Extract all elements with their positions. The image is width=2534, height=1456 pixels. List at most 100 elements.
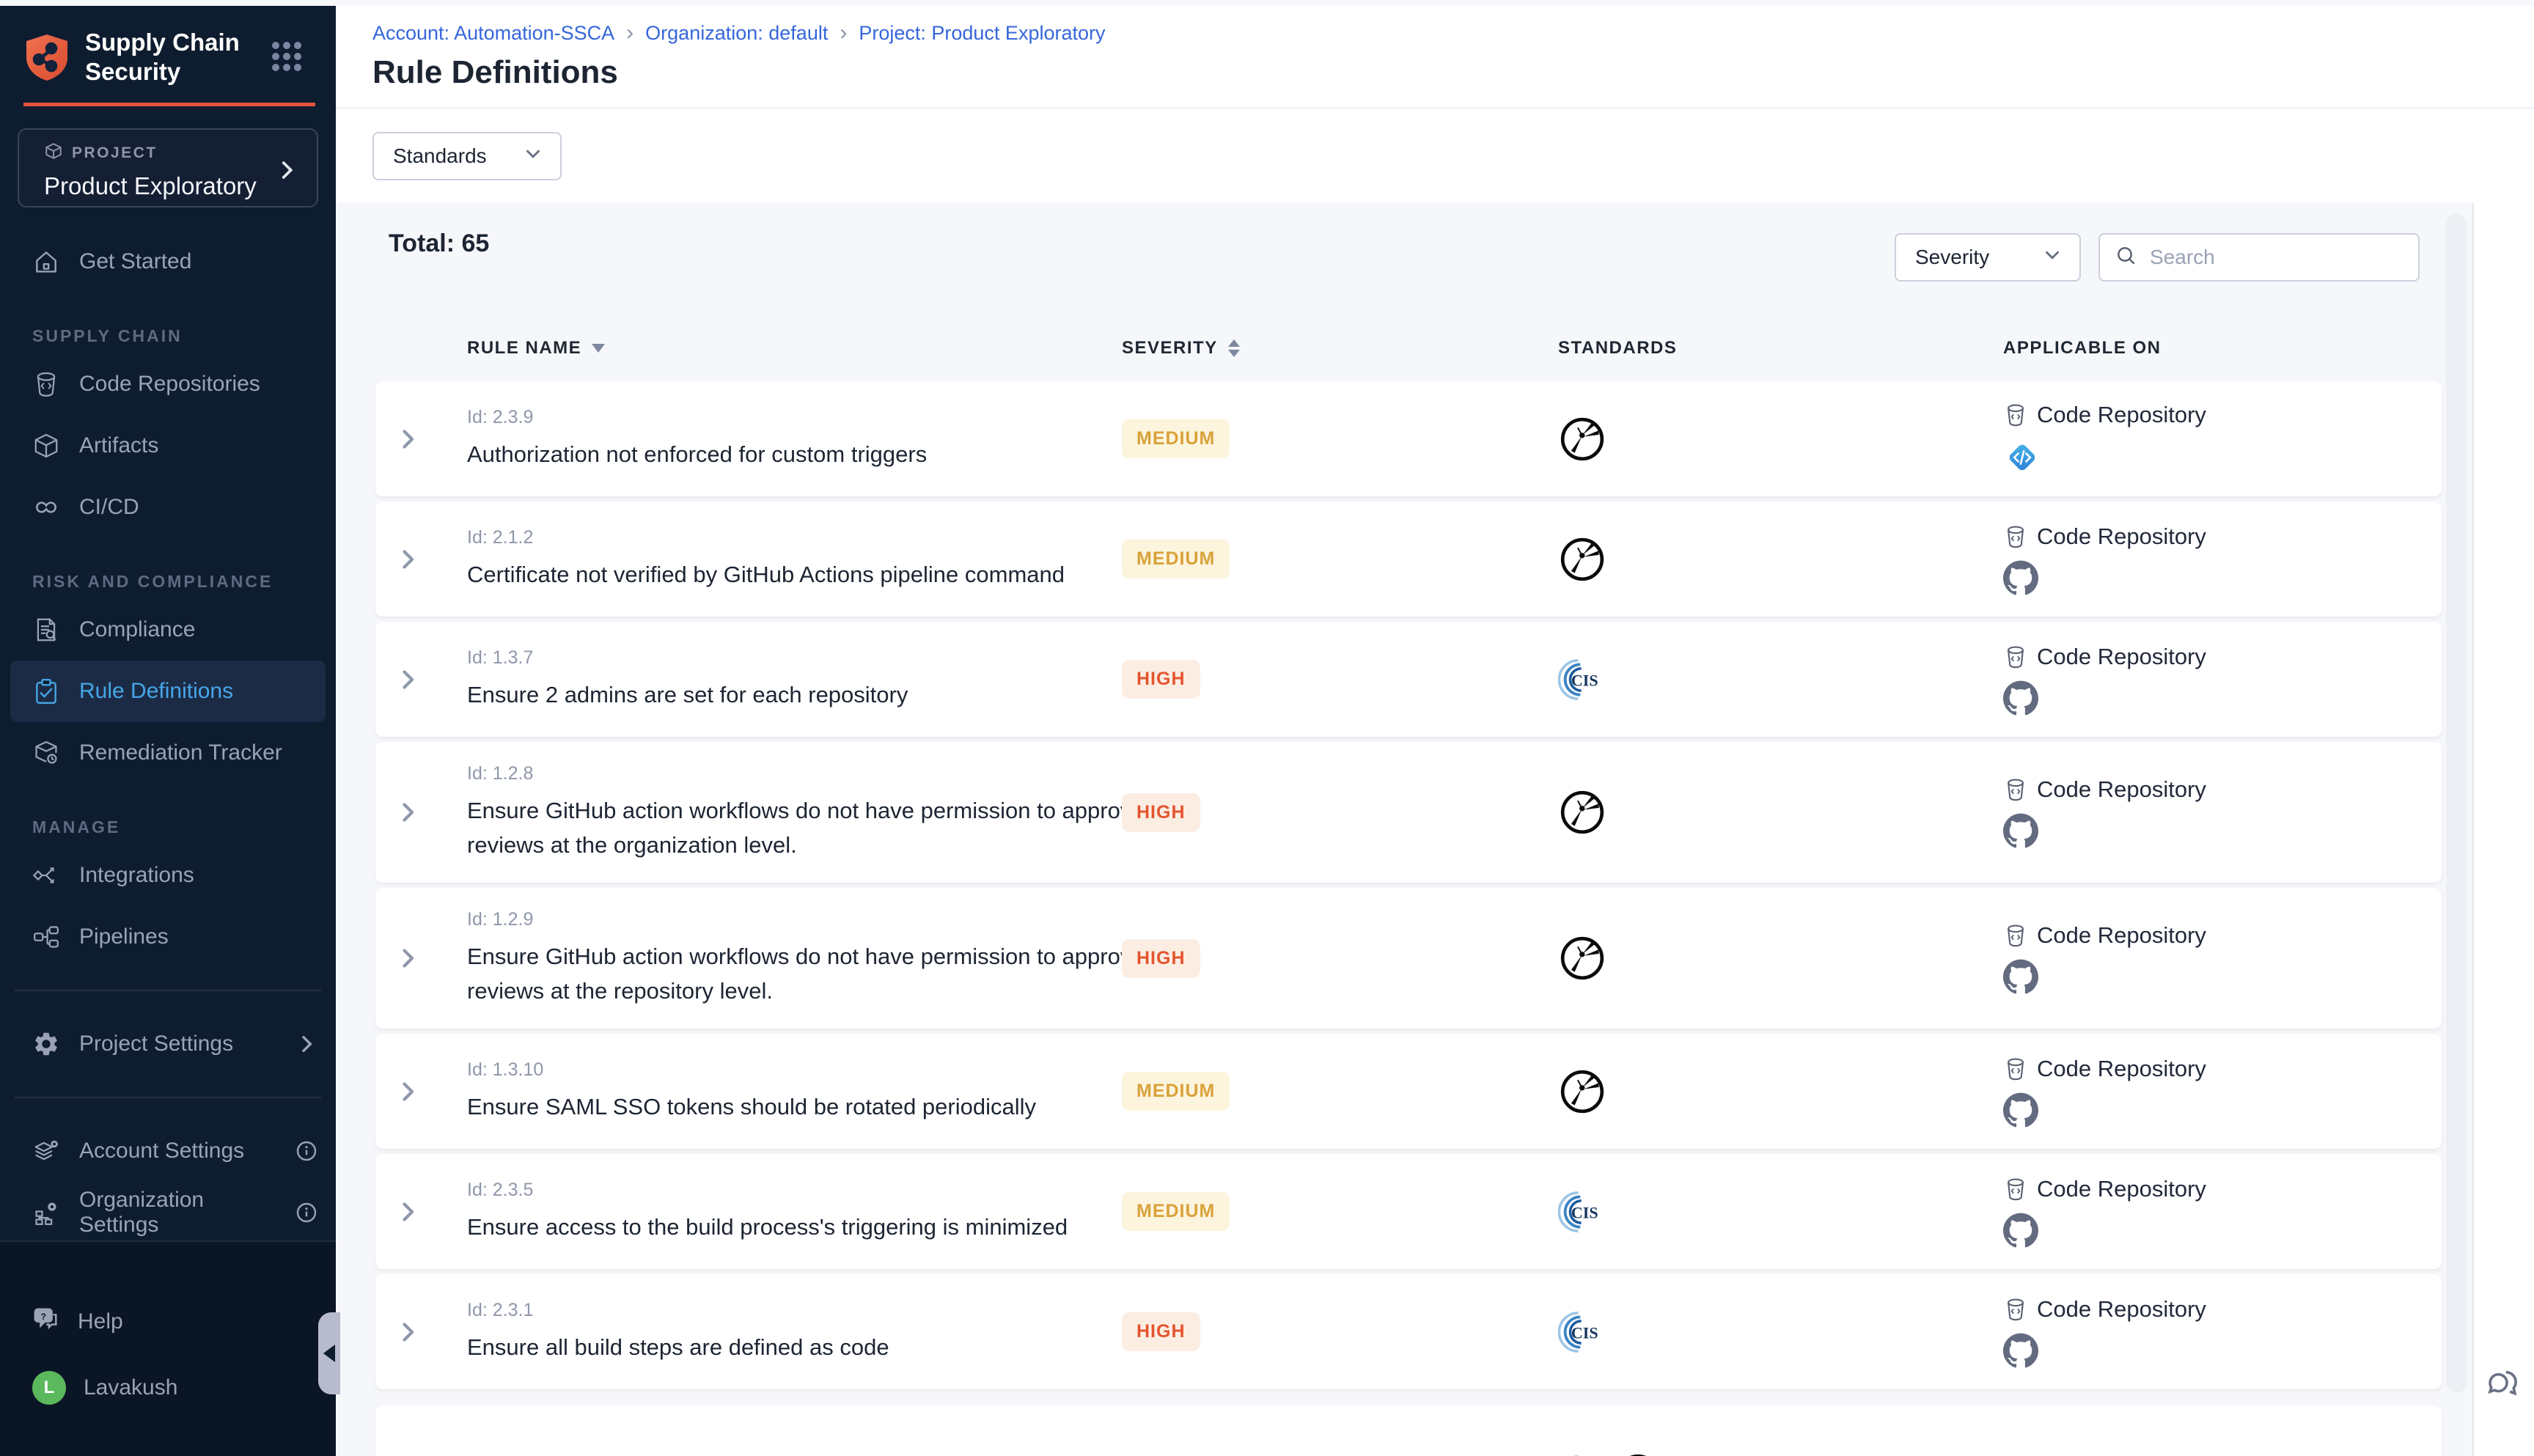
standards-cell	[1541, 934, 1981, 982]
user-menu[interactable]: L Lavakush	[0, 1371, 336, 1405]
sidebar-item-project-settings[interactable]: Project Settings	[0, 1013, 336, 1075]
sidebar-item-label: CI/CD	[79, 495, 139, 520]
repo-small-icon	[2003, 644, 2028, 669]
github-icon	[2003, 1213, 2038, 1248]
expand-row-button[interactable]	[375, 666, 440, 693]
rule-id: Id: 1.2.8	[467, 763, 1101, 784]
project-label: PROJECT	[72, 144, 158, 162]
severity-cell: HIGH	[1101, 793, 1541, 832]
nav-divider	[15, 1097, 321, 1098]
breadcrumb-item[interactable]: Project: Product Exploratory	[859, 22, 1105, 45]
chat-support-launcher-icon[interactable]	[2481, 1365, 2524, 1408]
project-selector[interactable]: PROJECT Product Exploratory	[18, 128, 318, 207]
help-chat-icon: ?	[32, 1305, 60, 1339]
applicable-on-cell: Code Repository	[1981, 402, 2442, 477]
column-header-applicable-on: APPLICABLE ON	[1981, 338, 2442, 359]
chevron-down-icon	[522, 143, 544, 170]
rule-name: Ensure SAML SSO tokens should be rotated…	[467, 1089, 1200, 1124]
repo-small-icon	[2003, 777, 2028, 802]
sidebar-item-label: Pipelines	[79, 924, 169, 949]
rule-rows: Id: 2.3.9Authorization not enforced for …	[375, 381, 2442, 1456]
info-icon	[295, 1139, 318, 1163]
sidebar-item-integrations[interactable]: Integrations	[0, 845, 336, 906]
table-row: Id: 2.3.5Ensure access to the build proc…	[375, 1154, 2442, 1269]
breadcrumb-item[interactable]: Account: Automation-SSCA	[372, 22, 614, 45]
standards-cell: CIS	[1541, 1188, 1981, 1236]
expand-row-button[interactable]	[375, 546, 440, 573]
severity-filter-dropdown[interactable]: Severity	[1895, 233, 2081, 282]
severity-badge: HIGH	[1122, 660, 1200, 699]
expand-row-button[interactable]	[375, 799, 440, 826]
nav-section-label: SUPPLY CHAIN	[0, 293, 336, 353]
column-header-rule-name[interactable]: RULE NAME	[440, 338, 1101, 359]
github-icon	[2003, 959, 2038, 994]
sidebar-item-label: Project Settings	[79, 1032, 233, 1056]
severity-badge: HIGH	[1122, 1312, 1200, 1351]
apps-grid-icon[interactable]	[271, 41, 302, 72]
sidebar-collapse-handle[interactable]	[318, 1312, 340, 1394]
sidebar-item-label: Get Started	[79, 249, 191, 274]
brand-underline	[23, 103, 315, 106]
sidebar-item-rule-definitions[interactable]: Rule Definitions	[10, 661, 326, 722]
chevron-down-icon	[2041, 244, 2063, 271]
sidebar-item-artifacts[interactable]: Artifacts	[0, 415, 336, 477]
column-header-severity[interactable]: SEVERITY	[1101, 338, 1541, 359]
standards-cell	[1541, 1067, 1981, 1116]
sidebar-item-pipelines[interactable]: Pipelines	[0, 906, 336, 968]
brand: Supply ChainSecurity	[0, 6, 336, 87]
search-input[interactable]	[2150, 246, 2403, 269]
applicable-on-label: Code Repository	[2037, 922, 2206, 949]
sidebar-item-code-repositories[interactable]: Code Repositories	[0, 353, 336, 415]
sidebar-item-account-settings[interactable]: Account Settings	[0, 1120, 336, 1182]
scrollbar-thumb[interactable]	[2446, 214, 2467, 1393]
rule-list-panel: Total: 65 Severity RULE NAME SEVERITY	[336, 203, 2474, 1456]
page-title: Rule Definitions	[372, 54, 618, 91]
pipelines-icon	[32, 923, 60, 951]
rule-id: Id: 1.3.7	[467, 647, 1101, 669]
repo-small-icon	[2003, 923, 2028, 948]
help-button[interactable]: ? Help	[0, 1305, 336, 1339]
header-divider	[336, 107, 2534, 109]
sidebar-item-get-started[interactable]: Get Started	[0, 231, 336, 293]
rule-id: Id: 2.3.5	[467, 1180, 1101, 1201]
table-row: Id: 1.2.9Ensure GitHub action workflows …	[375, 888, 2442, 1029]
expand-row-button[interactable]	[375, 945, 440, 971]
org-gear-icon	[32, 1199, 60, 1227]
chevron-right-icon	[295, 1032, 318, 1056]
github-icon	[2003, 813, 2038, 848]
expand-row-button[interactable]	[375, 1199, 440, 1225]
remediation-box-icon	[32, 739, 60, 767]
severity-badge: MEDIUM	[1122, 419, 1230, 458]
breadcrumb: Account: Automation-SSCA›Organization: d…	[372, 21, 1106, 45]
rule-id: Id: 2.1.2	[467, 527, 1101, 548]
table-header: RULE NAME SEVERITY STANDARDS APPLICABLE …	[375, 326, 2442, 370]
sort-updown-icon	[1228, 339, 1240, 357]
expand-row-button[interactable]	[375, 1319, 440, 1345]
svg-text:CIS: CIS	[1571, 1203, 1598, 1221]
expand-row-button[interactable]	[375, 1078, 440, 1105]
expand-row-button[interactable]	[375, 426, 440, 452]
rule-name-cell: Id: 1.3.7Ensure 2 admins are set for eac…	[440, 627, 1101, 732]
rule-name-cell: Id: 2.3.5Ensure access to the build proc…	[440, 1159, 1101, 1265]
total-count: Total: 65	[389, 229, 489, 258]
severity-cell: MEDIUM	[1101, 419, 1541, 458]
sidebar-item-ci-cd[interactable]: CI/CD	[0, 477, 336, 538]
table-row: Id: 2.3.1Ensure all build steps are defi…	[375, 1274, 2442, 1389]
standards-filter-dropdown[interactable]: Standards	[372, 132, 562, 180]
standards-cell: CIS	[1541, 1452, 1981, 1456]
sidebar-item-remediation-tracker[interactable]: Remediation Tracker	[0, 722, 336, 784]
infinity-icon	[32, 493, 60, 521]
column-header-standards: STANDARDS	[1541, 338, 1981, 359]
severity-cell: MEDIUM	[1101, 540, 1541, 578]
breadcrumb-item[interactable]: Organization: default	[645, 22, 828, 45]
harness-code-icon	[2003, 438, 2041, 477]
rule-id: Id: 1.2.9	[467, 909, 1101, 930]
sidebar-item-compliance[interactable]: Compliance	[0, 599, 336, 661]
table-row: Id: 1.3.7Ensure 2 admins are set for eac…	[375, 622, 2442, 737]
top-strip	[0, 0, 2534, 6]
sidebar-item-label: Organization Settings	[79, 1188, 276, 1238]
sidebar-item-organization-settings[interactable]: Organization Settings	[0, 1182, 336, 1243]
applicable-on-cell: Code Repository	[1981, 776, 2442, 848]
rule-name-cell: Id: 1.2.9Ensure GitHub action workflows …	[440, 889, 1101, 1029]
repo-small-icon	[2003, 402, 2028, 427]
